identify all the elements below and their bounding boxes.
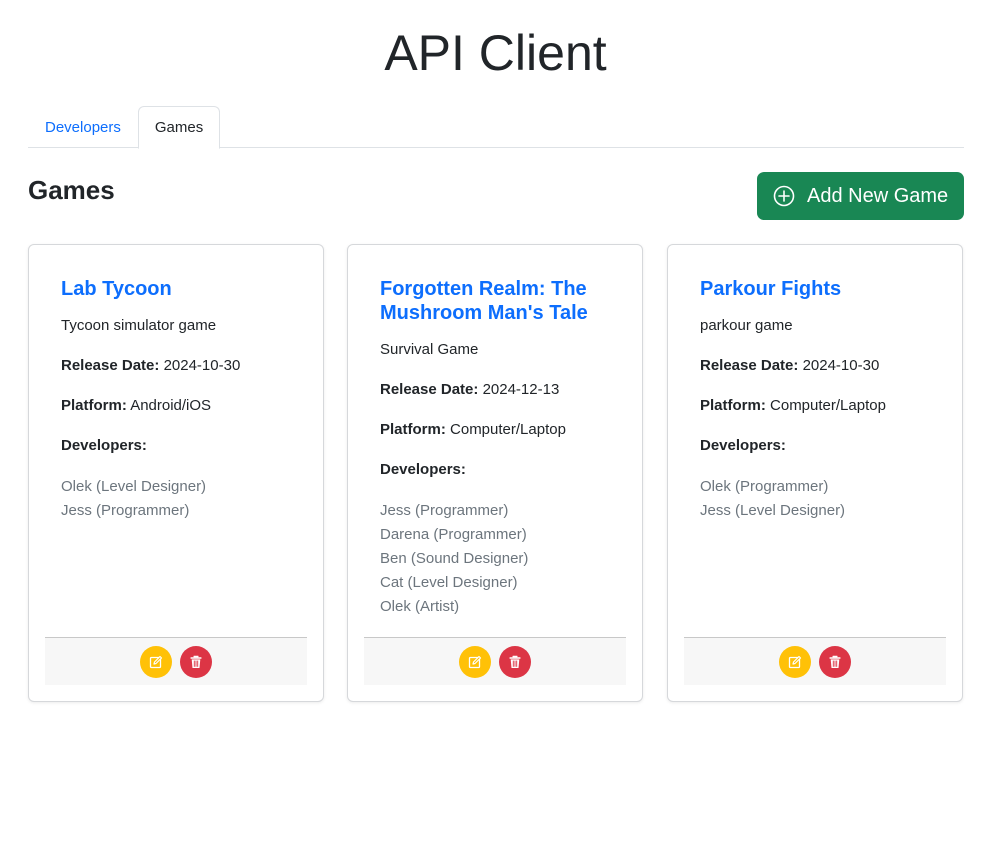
trash-icon (509, 655, 521, 668)
release-date-field: Release Date: 2024-12-13 (380, 379, 626, 401)
platform-field: Platform: Android/iOS (61, 395, 307, 417)
developers-heading: Developers: (380, 459, 626, 481)
page: API Client Developers Games Games Add Ne… (0, 0, 991, 854)
developer-item: Jess (Programmer) (380, 502, 509, 519)
section-title: Games (28, 175, 115, 205)
developer-item: Darena (Programmer) (380, 526, 527, 543)
developer-item: Olek (Artist) (380, 598, 460, 615)
platform-value: Computer/Laptop (450, 421, 566, 438)
platform-field: Platform: Computer/Laptop (380, 419, 626, 441)
game-description: parkour game (700, 317, 793, 334)
platform-value: Computer/Laptop (770, 397, 886, 414)
release-date-label: Release Date: (380, 381, 479, 398)
edit-button[interactable] (779, 645, 811, 678)
tab-bar: Developers Games (28, 106, 964, 149)
release-date-value: 2024-10-30 (802, 357, 880, 374)
edit-button[interactable] (459, 645, 491, 678)
add-new-game-label: Add New Game (807, 184, 949, 207)
developer-item: Jess (Programmer) (61, 502, 190, 519)
card-footer (45, 637, 307, 685)
delete-button[interactable] (499, 645, 531, 678)
release-date-field: Release Date: 2024-10-30 (700, 355, 946, 377)
trash-icon (190, 655, 202, 668)
platform-value: Android/iOS (130, 397, 212, 414)
release-date-field: Release Date: 2024-10-30 (61, 355, 307, 377)
developers-heading: Developers: (700, 435, 946, 457)
game-description: Survival Game (380, 341, 479, 358)
card-footer (364, 637, 626, 685)
tab-games[interactable]: Games (137, 106, 221, 149)
developers-heading: Developers: (61, 435, 307, 457)
release-date-label: Release Date: (700, 357, 799, 374)
developer-list: Olek (Programmer) Jess (Level Designer) (700, 475, 946, 523)
developers-label: Developers: (380, 461, 466, 478)
developer-item: Olek (Programmer) (700, 478, 829, 495)
game-title[interactable]: Lab Tycoon (61, 277, 307, 301)
edit-icon (149, 655, 163, 668)
delete-button[interactable] (819, 645, 851, 678)
card-footer (684, 637, 946, 685)
game-card: Parkour Fights parkour game Release Date… (667, 244, 963, 702)
edit-icon (468, 655, 482, 668)
card-body: Lab Tycoon Tycoon simulator game Release… (61, 277, 307, 523)
platform-label: Platform: (61, 397, 127, 414)
trash-icon (829, 655, 841, 668)
release-date-label: Release Date: (61, 357, 160, 374)
developer-item: Olek (Level Designer) (61, 478, 207, 495)
tab-developers[interactable]: Developers (28, 106, 138, 148)
game-title[interactable]: Forgotten Realm: The Mushroom Man's Tale (380, 277, 626, 325)
card-body: Parkour Fights parkour game Release Date… (700, 277, 946, 523)
card-body: Forgotten Realm: The Mushroom Man's Tale… (380, 277, 626, 619)
add-new-game-button[interactable]: Add New Game (757, 172, 964, 220)
game-description: Tycoon simulator game (61, 317, 217, 334)
game-card: Lab Tycoon Tycoon simulator game Release… (28, 244, 324, 702)
edit-button[interactable] (140, 645, 172, 678)
developer-list: Jess (Programmer) Darena (Programmer) Be… (380, 499, 626, 619)
developers-label: Developers: (700, 437, 786, 454)
platform-label: Platform: (700, 397, 766, 414)
developer-list: Olek (Level Designer) Jess (Programmer) (61, 475, 307, 523)
developer-item: Cat (Level Designer) (380, 574, 518, 591)
app-title: API Client (384, 25, 607, 81)
edit-icon (788, 655, 802, 668)
platform-label: Platform: (380, 421, 446, 438)
developer-item: Jess (Level Designer) (700, 502, 846, 519)
delete-button[interactable] (180, 645, 212, 678)
developers-label: Developers: (61, 437, 147, 454)
release-date-value: 2024-12-13 (482, 381, 560, 398)
developer-item: Ben (Sound Designer) (380, 550, 529, 567)
plus-circle-icon (773, 185, 795, 207)
game-title[interactable]: Parkour Fights (700, 277, 946, 301)
platform-field: Platform: Computer/Laptop (700, 395, 946, 417)
game-card: Forgotten Realm: The Mushroom Man's Tale… (347, 244, 643, 702)
release-date-value: 2024-10-30 (163, 357, 241, 374)
